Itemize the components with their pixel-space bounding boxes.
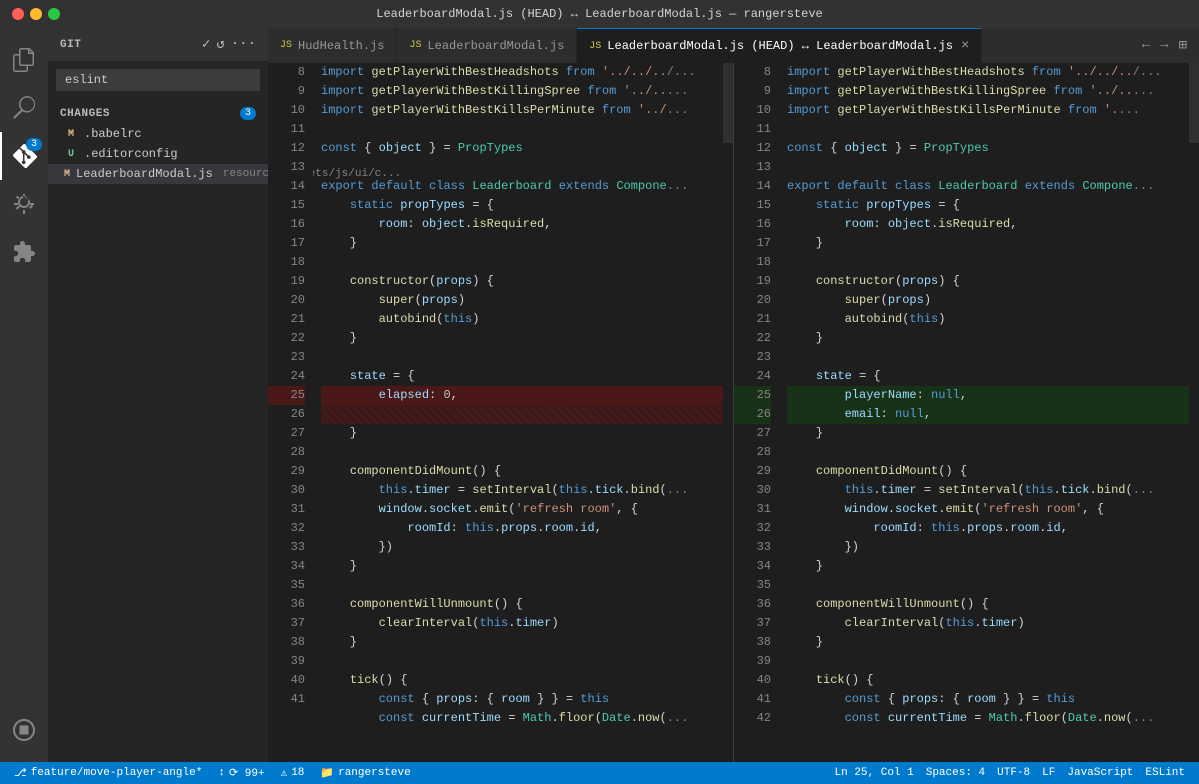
status-eol[interactable]: LF: [1036, 767, 1061, 779]
minimize-button[interactable]: [30, 8, 42, 20]
status-language[interactable]: JavaScript: [1061, 767, 1139, 779]
tab-label-leaderboardmodal: LeaderboardModal.js: [427, 39, 564, 53]
spaces-label: Spaces: 4: [926, 767, 985, 779]
activity-extensions[interactable]: [0, 228, 48, 276]
status-cursor[interactable]: Ln 25, Col 1: [829, 767, 920, 779]
status-warnings[interactable]: ⚠ 18: [275, 766, 311, 780]
linter-label: ESLint: [1145, 767, 1185, 779]
status-encoding[interactable]: UTF-8: [991, 767, 1036, 779]
code-right: import getPlayerWithBestHeadshots from '…: [779, 63, 1189, 762]
status-bar: ⎇ feature/move-player-angle* ↕ ⟳ 99+ ⚠ 1…: [0, 762, 1199, 784]
file-item-leaderboard[interactable]: M LeaderboardModal.js resources/assets/j…: [48, 164, 268, 184]
status-right: Ln 25, Col 1 Spaces: 4 UTF-8 LF JavaScri…: [829, 767, 1191, 779]
changes-label: CHANGES: [60, 108, 110, 120]
file-item-editorconfig[interactable]: U .editorconfig: [48, 144, 268, 164]
warning-count: 18: [291, 767, 304, 779]
titlebar: LeaderboardModal.js (HEAD) ↔ Leaderboard…: [0, 0, 1199, 28]
close-button[interactable]: [12, 8, 24, 20]
tab-label-diff: LeaderboardModal.js (HEAD) ↔ Leaderboard…: [607, 39, 953, 53]
tab-js-icon2: JS: [409, 40, 421, 51]
status-linter[interactable]: ESLint: [1139, 767, 1191, 779]
editor-scroll-right[interactable]: 89101112 1314151617 1819202122 2324 25 2…: [734, 63, 1199, 762]
file-item-babelrc[interactable]: M .babelrc: [48, 124, 268, 144]
file-status-M2: M: [64, 169, 70, 180]
encoding-label: UTF-8: [997, 767, 1030, 779]
cursor-position: Ln 25, Col 1: [835, 767, 914, 779]
code-container-left: 89101112 1314151617 1819202122 232425 26…: [268, 63, 733, 762]
tab-hudhealth[interactable]: JS HudHealth.js: [268, 28, 397, 63]
git-badge: 3: [26, 138, 42, 151]
eol-label: LF: [1042, 767, 1055, 779]
status-folder[interactable]: 📁 rangersteve: [314, 766, 416, 780]
tab-label-hudhealth: HudHealth.js: [298, 39, 384, 53]
activity-debug[interactable]: [0, 180, 48, 228]
line-numbers-left: 89101112 1314151617 1819202122 232425 26…: [268, 63, 313, 762]
git-check-icon[interactable]: ✓: [202, 36, 210, 53]
tab-nav-forward[interactable]: →: [1156, 33, 1172, 58]
folder-icon: 📁: [320, 766, 334, 780]
search-input[interactable]: [56, 69, 260, 91]
minimap-right: [1189, 63, 1199, 762]
sidebar-header: GIT ✓ ↺ ···: [48, 28, 268, 61]
git-refresh-icon[interactable]: ↺: [216, 36, 224, 53]
tab-leaderboardmodal[interactable]: JS LeaderboardModal.js: [397, 28, 577, 63]
language-label: JavaScript: [1067, 767, 1133, 779]
tab-nav-split[interactable]: ⊞: [1175, 33, 1191, 58]
window-controls[interactable]: [12, 8, 60, 20]
file-status-U: U: [64, 149, 78, 160]
status-sync[interactable]: ↕ ⟳ 99+: [212, 766, 270, 780]
changes-count-badge: 3: [240, 107, 256, 120]
tab-js-icon3: JS: [589, 41, 601, 52]
activity-git[interactable]: 3: [0, 132, 48, 180]
activity-bar: 3: [0, 28, 48, 762]
status-branch[interactable]: ⎇ feature/move-player-angle*: [8, 766, 208, 780]
changes-section: CHANGES 3 M .babelrc U .editorconfig M L…: [48, 99, 268, 188]
sidebar: GIT ✓ ↺ ··· CHANGES 3 M .babelrc U .edit…: [48, 28, 268, 762]
code-left: import getPlayerWithBestHeadshots from '…: [313, 63, 723, 762]
editor-pane-right: 89101112 1314151617 1819202122 2324 25 2…: [733, 63, 1199, 762]
maximize-button[interactable]: [48, 8, 60, 20]
tab-navigation: ← → ⊞: [1138, 33, 1199, 58]
line-numbers-right: 89101112 1314151617 1819202122 2324 25 2…: [734, 63, 779, 762]
activity-explorer[interactable]: [0, 36, 48, 84]
status-spaces[interactable]: Spaces: 4: [920, 767, 991, 779]
git-more-icon[interactable]: ···: [231, 36, 256, 53]
tab-nav-back[interactable]: ←: [1138, 33, 1154, 58]
activity-remote[interactable]: [0, 706, 48, 754]
sidebar-git-title: GIT: [60, 39, 81, 51]
editor-content: 89101112 1314151617 1819202122 232425 26…: [268, 63, 1199, 762]
editor-pane-left: 89101112 1314151617 1819202122 232425 26…: [268, 63, 733, 762]
activity-search[interactable]: [0, 84, 48, 132]
sidebar-actions: ✓ ↺ ···: [202, 36, 256, 53]
tab-js-icon: JS: [280, 40, 292, 51]
folder-name: rangersteve: [338, 767, 411, 779]
window-title: LeaderboardModal.js (HEAD) ↔ Leaderboard…: [376, 7, 822, 21]
warning-icon: ⚠: [281, 766, 288, 780]
main-layout: 3 GIT ✓ ↺ ···: [0, 28, 1199, 762]
branch-icon: ⎇: [14, 766, 27, 780]
minimap-left: [723, 63, 733, 762]
tab-bar: JS HudHealth.js JS LeaderboardModal.js J…: [268, 28, 1199, 63]
file-name-babelrc: .babelrc: [84, 127, 142, 141]
changes-header[interactable]: CHANGES 3: [48, 103, 268, 124]
code-container-right: 89101112 1314151617 1819202122 2324 25 2…: [734, 63, 1199, 762]
branch-name: feature/move-player-angle*: [31, 767, 203, 779]
file-name-editorconfig: .editorconfig: [84, 147, 178, 161]
editor-area: JS HudHealth.js JS LeaderboardModal.js J…: [268, 28, 1199, 762]
file-name-leaderboard: LeaderboardModal.js: [76, 167, 213, 181]
file-status-M: M: [64, 129, 78, 140]
sync-icon: ↕: [218, 767, 225, 779]
editor-scroll-left[interactable]: 89101112 1314151617 1819202122 232425 26…: [268, 63, 733, 762]
tab-leaderboardmodal-diff[interactable]: JS LeaderboardModal.js (HEAD) ↔ Leaderbo…: [577, 28, 982, 63]
sync-count: ⟳ 99+: [229, 766, 265, 780]
tab-close-button[interactable]: ×: [961, 38, 969, 54]
